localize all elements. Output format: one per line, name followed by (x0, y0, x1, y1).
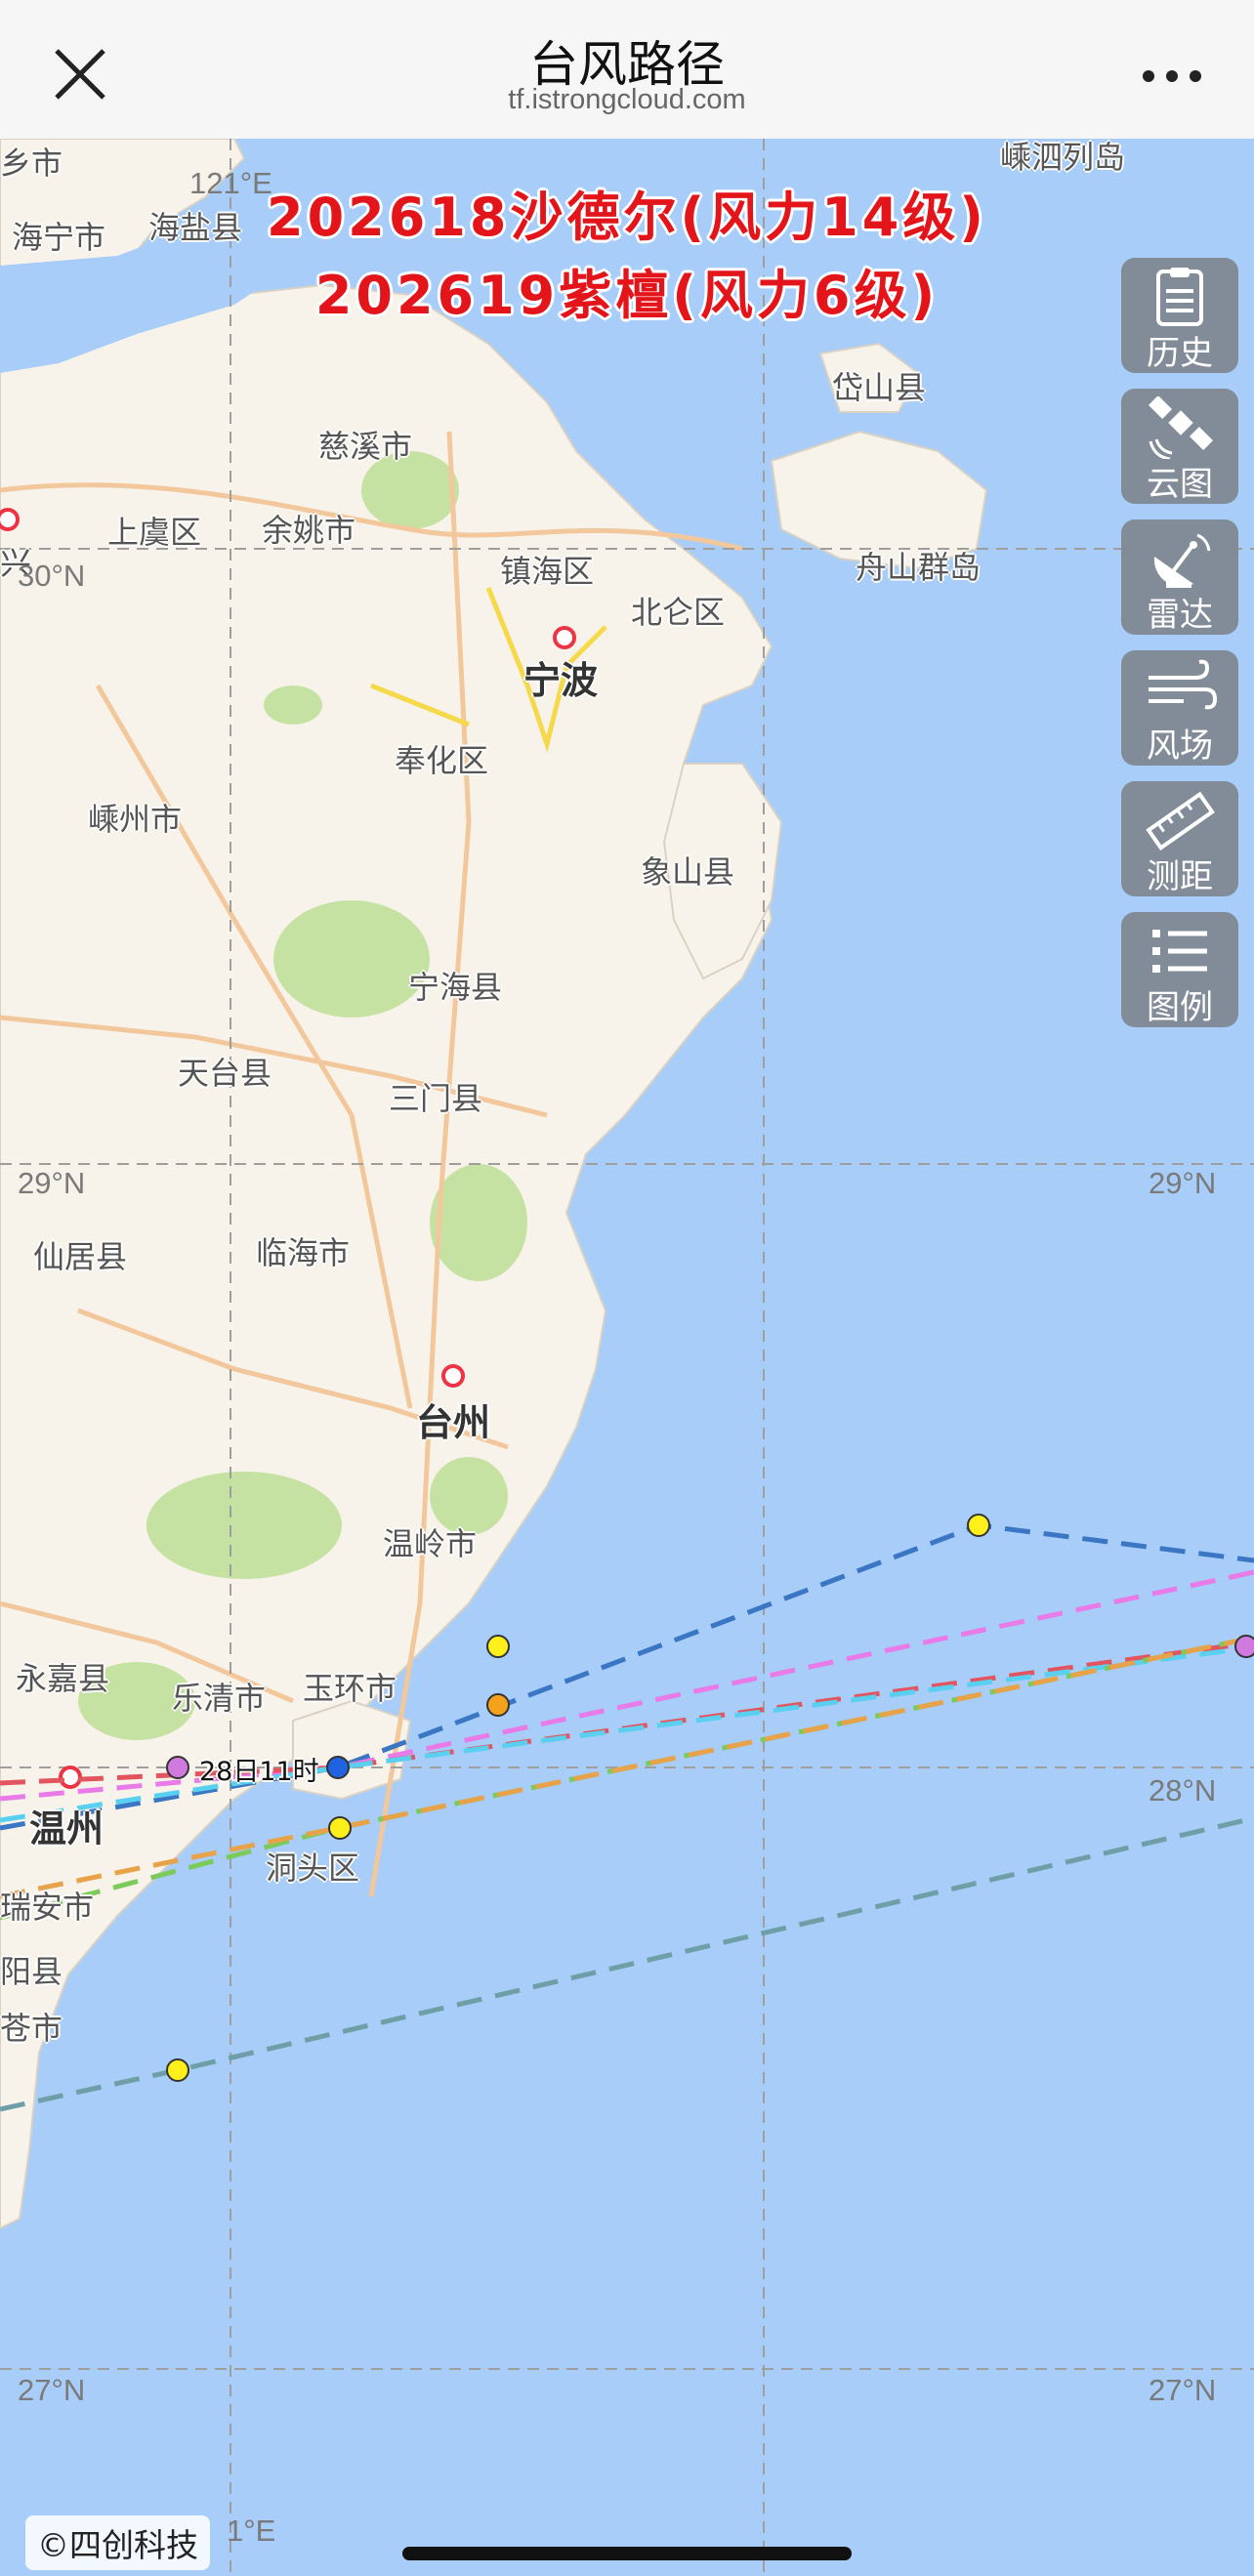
place-label: 海宁市 (12, 219, 106, 256)
place-label: 宁海县 (408, 969, 503, 1006)
latitude-label: 27°N (18, 2373, 86, 2407)
radar-button[interactable]: 雷达 (1121, 519, 1238, 635)
place-label: 海盐县 (148, 209, 243, 246)
legend-button[interactable]: 图例 (1121, 912, 1238, 1027)
forecast-point (486, 1693, 510, 1717)
list-icon (1152, 930, 1207, 973)
place-label: 嵊州市 (88, 801, 183, 838)
clipboard-icon (1156, 268, 1203, 326)
forecast-point (328, 1816, 352, 1840)
place-label: 天台县 (178, 1055, 272, 1092)
longitude-label: 121°E (189, 166, 272, 200)
typhoon-title-2: 202619紫檀(风力6级) (314, 265, 940, 326)
more-icon[interactable] (1133, 47, 1211, 105)
forecast-time-label: 28日11时 (199, 1757, 319, 1787)
place-label: 乐清市 (172, 1680, 267, 1717)
place-label: 仙居县 (33, 1238, 128, 1275)
ruler-icon (1146, 791, 1215, 851)
wind-field-button[interactable]: 风场 (1121, 650, 1238, 766)
legend-label: 图例 (1147, 988, 1213, 1027)
place-label: 镇海区 (500, 553, 595, 590)
city-label-taizhou: 台州 (416, 1401, 491, 1444)
satellite-icon (1148, 396, 1214, 459)
cloud-image-label: 云图 (1147, 465, 1213, 504)
app-header: 台风路径 tf.istrongcloud.com (0, 0, 1254, 140)
place-label: 临海市 (256, 1234, 351, 1271)
place-label: 奉化区 (395, 742, 489, 779)
cloud-image-button[interactable]: 云图 (1121, 389, 1238, 504)
measure-label: 测距 (1147, 857, 1213, 896)
map-canvas (0, 139, 1254, 2576)
forecast-point (486, 1635, 510, 1658)
longitude-label: 1°E (227, 2514, 276, 2548)
place-label: 嵊泗列岛 (1000, 139, 1126, 176)
place-label: 北仑区 (631, 594, 726, 631)
place-label: 玉环市 (303, 1670, 397, 1707)
forecast-point (166, 1756, 189, 1779)
current-position (326, 1756, 350, 1779)
place-label: 瑞安市 (0, 1889, 95, 1926)
forecast-point (1234, 1635, 1254, 1658)
forecast-point (967, 1514, 990, 1537)
latitude-label: 29°N (1149, 1166, 1217, 1200)
place-label: 阳县 (0, 1953, 63, 1990)
typhoon-map[interactable]: 202618沙德尔(风力14级) 202619紫檀(风力6级) 乡市 海宁市 海… (0, 139, 1254, 2576)
place-label: 洞头区 (266, 1849, 360, 1887)
page-url: tf.istrongcloud.com (508, 84, 746, 115)
city-label-ningbo: 宁波 (523, 659, 599, 702)
radar-dish-icon (1153, 533, 1211, 588)
forecast-point (166, 2058, 189, 2082)
copyright-label: ©四创科技 (25, 2515, 210, 2570)
place-label: 象山县 (641, 853, 735, 891)
place-label: 上虞区 (107, 514, 202, 551)
history-label: 历史 (1147, 334, 1213, 373)
latitude-label: 30°N (18, 559, 86, 593)
measure-button[interactable]: 测距 (1121, 781, 1238, 896)
place-label: 温岭市 (383, 1525, 478, 1562)
history-button[interactable]: 历史 (1121, 258, 1238, 373)
latitude-label: 27°N (1149, 2373, 1217, 2407)
place-label: 乡市 (0, 145, 63, 182)
place-label: 三门县 (389, 1080, 483, 1117)
wind-icon (1149, 659, 1218, 710)
place-label: 余姚市 (262, 512, 356, 549)
radar-label: 雷达 (1147, 596, 1213, 635)
latitude-label: 29°N (18, 1166, 86, 1200)
latitude-label: 28°N (1149, 1773, 1217, 1807)
place-label: 慈溪市 (318, 428, 413, 465)
place-label: 苍市 (0, 2010, 63, 2047)
place-label: 岱山县 (832, 369, 927, 406)
place-label: 永嘉县 (16, 1660, 110, 1697)
home-indicator[interactable] (402, 2547, 852, 2560)
city-label-wenzhou: 温州 (29, 1807, 104, 1850)
place-label: 舟山群岛 (856, 549, 982, 586)
wind-field-label: 风场 (1147, 727, 1213, 766)
